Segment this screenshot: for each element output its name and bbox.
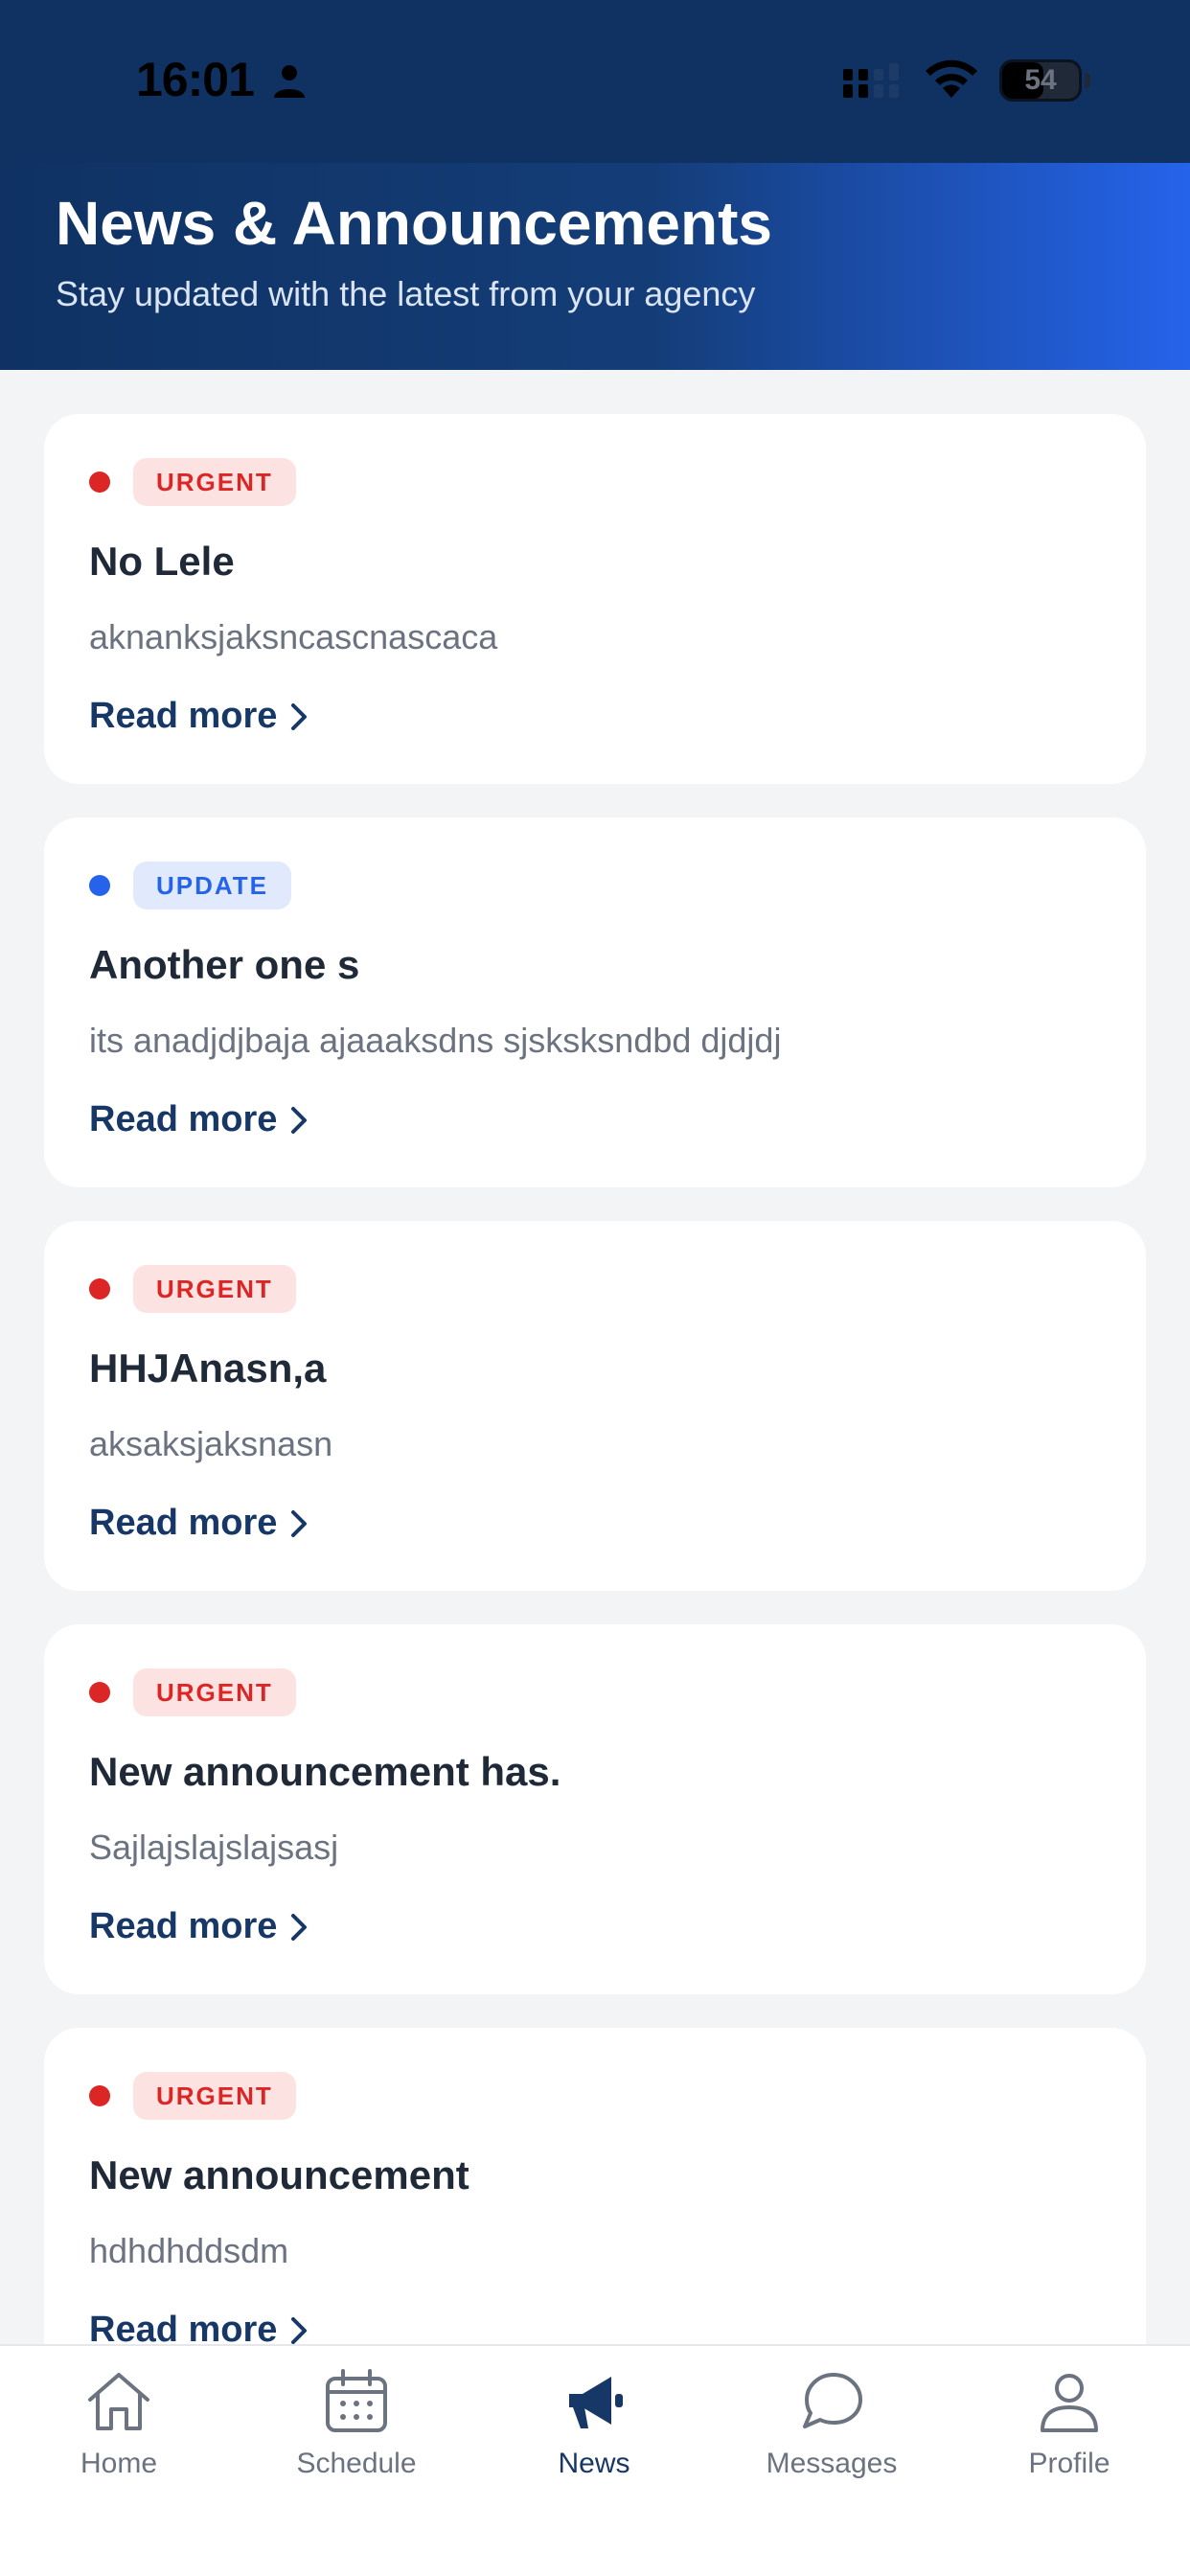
priority-badge: URGENT [133,458,296,506]
cellular-signal-icon [843,63,899,98]
tab-label: Profile [1028,2448,1110,2479]
read-more-link[interactable]: Read more [89,696,311,737]
announcement-title: Another one s [89,942,360,987]
wifi-icon [926,59,977,98]
announcement-body: aknanksjaksncascnascaca [89,617,498,656]
announcement-title: HHJAnasn,a [89,1346,327,1391]
priority-badge: UPDATE [133,862,291,909]
person-icon [274,65,305,98]
read-more-label: Read more [89,696,278,736]
priority-badge: URGENT [133,1668,296,1716]
news-screen: 16:01 54 News & Announcements Stay updat… [0,0,1190,2576]
read-more-link[interactable]: Read more [89,1906,311,1947]
tab-profile[interactable]: Profile [950,2365,1188,2499]
status-bar: 16:01 54 [0,0,1190,163]
tab-label: News [558,2448,630,2479]
bottom-tab-bar: Home Schedule News Messages Profile [0,2344,1190,2576]
announcement-card[interactable]: URGENT New announcement has. Sajlajslajs… [44,1624,1146,1994]
chevron-right-icon [291,1509,308,1537]
tab-label: Schedule [296,2448,417,2479]
page-subtitle: Stay updated with the latest from your a… [56,274,756,313]
battery-cap [1085,73,1090,88]
page-title: News & Announcements [56,189,772,258]
announcement-feed[interactable]: URGENT No Lele aknanksjaksncascnascaca R… [44,414,1146,2344]
tab-schedule[interactable]: Schedule [238,2365,475,2499]
read-more-label: Read more [89,1906,278,1946]
read-more-link[interactable]: Read more [89,1099,311,1140]
read-more-link[interactable]: Read more [89,2310,311,2344]
announcement-body: its anadjdjbaja ajaaaksdns sjsksksndbd d… [89,1021,782,1060]
priority-dot [89,1278,110,1300]
tab-home[interactable]: Home [0,2365,238,2499]
announcement-title: New announcement has. [89,1749,561,1794]
calendar-icon [326,2369,387,2432]
read-more-label: Read more [89,2310,278,2344]
priority-dot [89,472,110,493]
announcement-body: Sajlajslajslajsasj [89,1828,339,1867]
tab-label: Home [80,2448,158,2479]
priority-dot [89,875,110,896]
chevron-right-icon [291,702,308,730]
chevron-right-icon [291,1913,308,1941]
announcement-card[interactable]: URGENT HHJAnasn,a aksaksjaksnasn Read mo… [44,1221,1146,1591]
priority-badge: URGENT [133,2072,296,2120]
priority-dot [89,2085,110,2106]
announcement-card[interactable]: URGENT No Lele aknanksjaksncascnascaca R… [44,414,1146,784]
tab-label: Messages [766,2448,898,2479]
announcement-card[interactable]: URGENT New announcement hdhdhddsdm Read … [44,2028,1146,2344]
priority-badge: URGENT [133,1265,296,1313]
read-more-label: Read more [89,1503,278,1543]
announcement-body: aksaksjaksnasn [89,1424,333,1463]
home-icon [88,2373,149,2430]
read-more-link[interactable]: Read more [89,1503,311,1544]
chevron-right-icon [291,2316,308,2344]
battery-level: 54 [1024,64,1057,96]
page-header: News & Announcements Stay updated with t… [0,163,1190,370]
status-time: 16:01 [136,53,255,106]
battery-indicator: 54 [999,59,1082,102]
announcement-card[interactable]: UPDATE Another one s its anadjdjbaja aja… [44,817,1146,1187]
chat-bubble-icon [803,2373,862,2428]
tab-messages[interactable]: Messages [713,2365,950,2499]
chevron-right-icon [291,1106,308,1134]
announcement-title: New announcement [89,2152,469,2197]
read-more-label: Read more [89,1099,278,1139]
priority-dot [89,1682,110,1703]
user-icon [1041,2374,1098,2432]
announcement-body: hdhdhddsdm [89,2231,289,2270]
announcement-title: No Lele [89,539,235,584]
megaphone-icon [569,2377,623,2428]
tab-news[interactable]: News [475,2365,713,2499]
